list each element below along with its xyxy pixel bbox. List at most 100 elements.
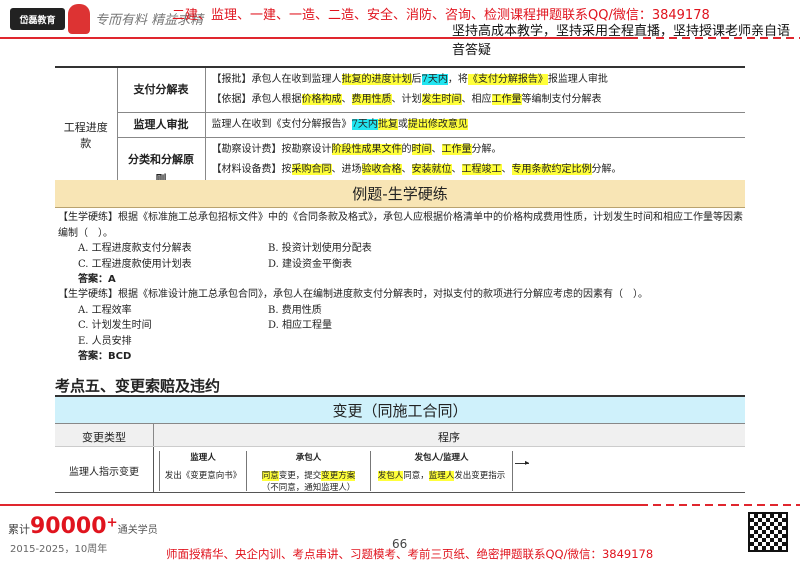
text: 变更，提交	[278, 471, 322, 481]
text: 【报批】承包人在收到监理人	[211, 74, 342, 85]
option: D. 相应工程量	[268, 320, 333, 331]
highlight: 采购合同	[291, 164, 332, 175]
stats-suffix: 通关学员	[117, 525, 158, 536]
qr-code	[748, 512, 788, 552]
text: 监理人在收到《支付分解报告》	[211, 119, 352, 130]
highlight: 工程竣工	[461, 164, 502, 175]
highlight: 工作量	[441, 144, 472, 155]
option: A. 工程效率	[78, 304, 132, 316]
option: C. 计划发生时间	[78, 320, 152, 331]
change-table-header: 变更类型 程序	[55, 423, 745, 447]
option: B. 费用性质	[268, 304, 322, 316]
highlight: 批复	[377, 119, 398, 130]
text: 【材料设备费】按	[211, 164, 292, 175]
content-line: 【材料设备费】按采购合同、进场验收合格、安装就位、工程竣工、专用条款约定比例分解…	[212, 160, 740, 180]
plus-sign: +	[106, 515, 118, 531]
text: 发出《变更意向书》	[164, 471, 242, 481]
highlight: 发生时间	[421, 94, 462, 105]
content-line: 【勘察设计费】按勘察设计阶段性成果文件的时间、工作量分解。	[212, 140, 740, 160]
highlight: 时间	[411, 144, 432, 155]
divider	[640, 504, 800, 506]
option: A. 工程进度款支付分解表	[78, 243, 192, 254]
highlight: 专用条款约定比例	[511, 164, 592, 175]
divider	[0, 504, 640, 506]
text: （不同意，通知监理人）	[261, 483, 356, 493]
highlight: 监理人	[428, 471, 455, 481]
highlight: 验收合格	[361, 164, 402, 175]
highlight-cyan: 7天内	[421, 74, 448, 85]
text: 分解。	[591, 164, 622, 175]
change-table-row: 监理人指示变更 监理人 发出《变更意向书》 承包人 同意变更，提交变更方案 （不同意，通…	[55, 446, 745, 493]
column-header: 程序	[438, 431, 460, 444]
row-content: 监理人在收到《支付分解报告》7天内批复或提出修改意见	[205, 112, 745, 138]
change-band-title: 变更（同施工合同）	[55, 395, 745, 423]
content-line: 【报批】承包人在收到监理人批复的进度计划后7天内，将《支付分解报告》报监理人审批	[212, 70, 740, 90]
text: 、进场	[331, 164, 362, 175]
answer: 答案：A	[78, 274, 116, 285]
step-action: 发包人同意，监理人发出变更指示	[371, 469, 512, 481]
row-content: 【报批】承包人在收到监理人批复的进度计划后7天内，将《支付分解报告》报监理人审批…	[205, 67, 745, 113]
divider	[0, 37, 630, 39]
highlight: 《支付分解报告》	[467, 74, 548, 85]
step-actor: 承包人	[295, 453, 322, 463]
highlight: 安装就位	[411, 164, 452, 175]
question-1: 【生学硬练】根据《标准施工总承包招标文件》中的《合同条款及格式》，承包人应根据价…	[58, 210, 748, 288]
text: 分解。	[471, 144, 502, 155]
text: 、	[401, 164, 412, 175]
column-header: 变更类型	[82, 431, 126, 444]
arrow-head-icon: ▸	[525, 458, 530, 467]
highlight: 同意	[261, 471, 279, 481]
footer-stats: 累计90000+通关学员	[8, 514, 158, 539]
text: 的	[401, 144, 412, 155]
option: B. 投资计划使用分配表	[268, 243, 372, 254]
procedure-step: 承包人同意变更，提交变更方案 （不同意，通知监理人）	[247, 451, 371, 493]
text: 同意，	[403, 471, 429, 481]
highlight: 费用性质	[351, 94, 392, 105]
highlight: 阶段性成果文件	[331, 144, 402, 155]
text: ，将	[447, 74, 468, 85]
header-slogan: 坚持高成本教学，坚持采用全程直播，坚持授课老师亲自语音答疑	[452, 24, 791, 58]
highlight: 发包人	[377, 471, 404, 481]
text: 、	[451, 164, 462, 175]
example-title: 例题-生学硬练	[55, 180, 745, 208]
step-action: 发出《变更意向书》	[160, 469, 246, 481]
text: 、计划	[391, 94, 422, 105]
question-2: 【生学硬练】根据《标准设计施工总承包合同》，承包人在编制进度款支付分解表时，对拟…	[58, 287, 748, 365]
mascot-image	[68, 4, 90, 34]
content-line: 监理人在收到《支付分解报告》7天内批复或提出修改意见	[212, 115, 740, 135]
text: 【勘察设计费】按勘察设计	[211, 144, 332, 155]
text: 、	[341, 94, 352, 105]
highlight: 工作量	[491, 94, 522, 105]
row-label: 支付分解表	[117, 67, 206, 113]
text: 发出变更指示	[454, 471, 506, 481]
text: 后	[411, 74, 422, 85]
text: 、	[501, 164, 512, 175]
highlight: 变更方案	[321, 471, 356, 481]
content-line: 【依据】承包人根据价格构成、费用性质、计划发生时间、相应工作量等编制支付分解表	[212, 90, 740, 110]
question-stem: 【生学硬练】根据《标准施工总承包招标文件》中的《合同条款及格式》，承包人应根据价…	[58, 212, 743, 239]
procedure-step: 监理人 发出《变更意向书》	[159, 451, 247, 491]
student-count: 90000	[30, 514, 107, 539]
text: 【依据】承包人根据	[211, 94, 302, 105]
table-row: 监理人审批 监理人在收到《支付分解报告》7天内批复或提出修改意见	[55, 112, 745, 138]
text: 、	[431, 144, 442, 155]
logo: 岱磊教育	[10, 8, 65, 30]
table-row: 工程进度款 支付分解表 【报批】承包人在收到监理人批复的进度计划后7天内，将《支付分…	[55, 67, 745, 204]
option: E. 人员安排	[78, 335, 132, 347]
highlight-cyan: 7天内	[351, 119, 378, 130]
change-type: 监理人指示变更	[69, 467, 139, 478]
years-text: 2015-2025，10周年	[10, 544, 108, 555]
text: 或	[397, 119, 408, 130]
step-actor: 发包人/监理人	[414, 453, 469, 463]
section-heading: 考点五、变更索赔及违约	[55, 377, 221, 395]
text: 等编制支付分解表	[521, 94, 602, 105]
answer: 答案：BCD	[78, 351, 132, 362]
text: 、相应	[461, 94, 492, 105]
stats-prefix: 累计	[8, 523, 30, 536]
option: C. 工程进度款使用计划表	[78, 258, 192, 270]
divider	[630, 37, 800, 39]
footer-ad-text: 师面授精华、央企内训、考点串讲、习题模考、考前三页纸、绝密押题联系QQ/微信：3…	[166, 547, 654, 561]
procedure-step: 发包人/监理人 发包人同意，监理人发出变更指示	[371, 451, 513, 491]
row-label: 监理人审批	[117, 112, 206, 138]
highlight: 价格构成	[301, 94, 342, 105]
